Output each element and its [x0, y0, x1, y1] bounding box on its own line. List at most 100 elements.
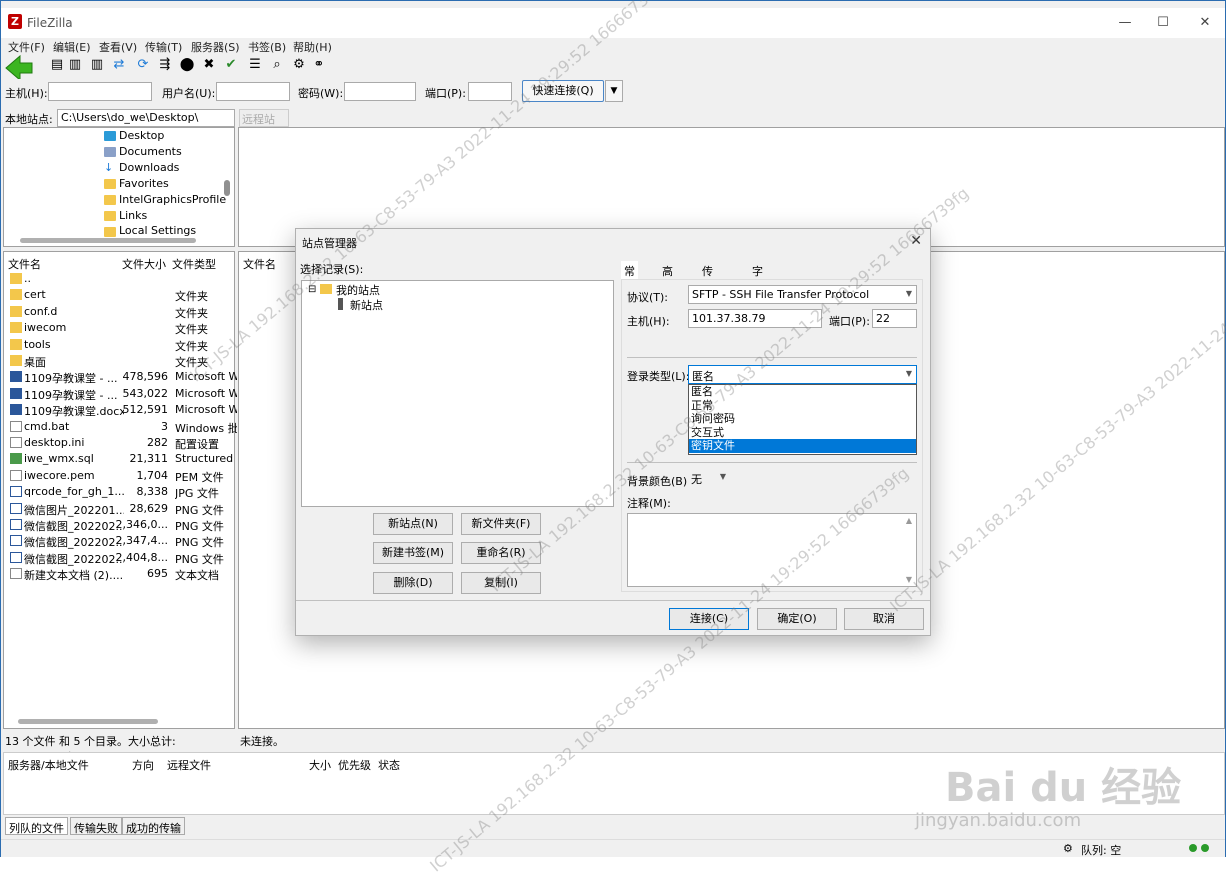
menu-transfer[interactable]: 传输(T): [145, 39, 182, 55]
process-queue-icon[interactable]: ⇶: [157, 57, 173, 73]
queue-col-server[interactable]: 服务器/本地文件: [8, 757, 89, 773]
file-row[interactable]: 微信截图_202202... 2,346,0... PNG 文件: [8, 517, 236, 533]
file-row[interactable]: iwecom 文件夹: [8, 320, 236, 336]
col-filename[interactable]: 文件名: [8, 256, 41, 272]
new-bookmark-button[interactable]: 新建书签(M): [373, 542, 453, 564]
new-folder-button[interactable]: 新文件夹(F): [461, 513, 541, 535]
file-row[interactable]: 1109孕教课堂.docx 512,591 Microsoft W: [8, 402, 237, 418]
tab-advanced[interactable]: 高级: [659, 261, 676, 294]
tab-general[interactable]: 常规: [621, 261, 638, 294]
site-tree[interactable]: ⊟ 我的站点 新站点: [301, 280, 614, 507]
file-row[interactable]: cmd.bat 3 Windows 批: [8, 419, 237, 435]
tree-item-downloads[interactable]: Downloads: [119, 161, 179, 174]
scroll-down-icon[interactable]: ▼: [906, 575, 912, 584]
tab-queued-files[interactable]: 列队的文件: [5, 817, 68, 835]
file-row[interactable]: iwecore.pem 1,704 PEM 文件: [8, 468, 236, 484]
dialog-close-icon[interactable]: ✕: [910, 233, 922, 249]
remote-tree-icon[interactable]: ▥: [89, 57, 105, 73]
connect-button[interactable]: 连接(C): [669, 608, 749, 630]
ok-button[interactable]: 确定(O): [757, 608, 837, 630]
search-icon[interactable]: ⚭: [311, 57, 327, 73]
file-row[interactable]: 微信图片_202201... 28,629 PNG 文件: [8, 501, 236, 517]
col-filetype[interactable]: 文件类型: [172, 256, 216, 272]
file-row[interactable]: conf.d 文件夹: [8, 304, 236, 320]
cancel-icon[interactable]: ⬤: [179, 57, 195, 73]
copy-button[interactable]: 复制(I): [461, 572, 541, 594]
queue-col-remote[interactable]: 远程文件: [167, 757, 211, 773]
logon-type-select[interactable]: 匿名 ▼: [688, 365, 917, 384]
site-manager-icon[interactable]: [4, 54, 34, 82]
file-row[interactable]: 微信截图_202202... 2,404,8... PNG 文件: [8, 550, 236, 566]
col-filesize[interactable]: 文件大小: [122, 256, 166, 272]
tree-item-documents[interactable]: Documents: [119, 145, 182, 158]
file-row[interactable]: cert 文件夹: [8, 287, 236, 303]
maximize-button[interactable]: ☐: [1151, 13, 1175, 33]
close-button[interactable]: ✕: [1193, 13, 1217, 33]
collapse-icon[interactable]: ⊟: [308, 284, 316, 295]
queue-col-priority[interactable]: 优先级: [338, 757, 371, 773]
tab-transfer-settings[interactable]: 传输设置: [699, 261, 716, 326]
logon-option[interactable]: 询问密码: [689, 412, 916, 426]
delete-button[interactable]: 删除(D): [373, 572, 453, 594]
port-input[interactable]: [468, 82, 512, 101]
file-row[interactable]: iwe_wmx.sql 21,311 Structured ..: [8, 451, 237, 467]
menu-view[interactable]: 查看(V): [99, 39, 137, 55]
notes-textarea[interactable]: ▲ ▼: [627, 513, 917, 587]
logon-option[interactable]: 匿名: [689, 385, 916, 399]
cancel-button[interactable]: 取消: [844, 608, 924, 630]
disconnect-icon[interactable]: ✖: [201, 57, 217, 73]
tree-item-favorites[interactable]: Favorites: [119, 177, 169, 190]
tree-vscroll[interactable]: [224, 180, 230, 196]
local-file-list[interactable]: 文件名 文件大小 文件类型 .. cert 文件夹 conf.d 文件夹 iwecom 文件…: [3, 251, 237, 729]
file-row[interactable]: 1109孕教课堂 - ... 478,596 Microsoft W: [8, 369, 237, 385]
host-input[interactable]: [48, 82, 152, 101]
tree-item-links[interactable]: Links: [119, 209, 147, 222]
quickconnect-dropdown-icon[interactable]: ▼: [605, 80, 623, 102]
queue-col-size[interactable]: 大小: [309, 757, 331, 773]
filter-icon[interactable]: ☰: [247, 57, 263, 73]
message-log-icon[interactable]: ▤: [49, 57, 65, 73]
menu-file[interactable]: 文件(F): [8, 39, 45, 55]
site-tree-new-site[interactable]: 新站点: [350, 297, 383, 313]
user-input[interactable]: [216, 82, 290, 101]
tree-item-intelgraphicsprofile[interactable]: IntelGraphicsProfile: [119, 193, 226, 206]
logon-type-dropdown[interactable]: 匿名 正常 询问密码 交互式 密钥文件: [688, 384, 917, 455]
menu-bookmarks[interactable]: 书签(B): [248, 39, 286, 55]
refresh-icon[interactable]: ⟳: [135, 57, 151, 73]
protocol-select[interactable]: SFTP - SSH File Transfer Protocol ▼: [688, 285, 917, 304]
tab-charset[interactable]: 字符集: [749, 261, 766, 310]
tab-failed-transfers[interactable]: 传输失败: [70, 817, 122, 835]
remote-site-label[interactable]: 远程站点:: [239, 109, 289, 142]
password-input[interactable]: [344, 82, 416, 101]
local-path-combobox[interactable]: C:\Users\do_we\Desktop\: [57, 109, 235, 127]
menu-server[interactable]: 服务器(S): [191, 39, 240, 55]
compare-icon[interactable]: ⌕: [269, 57, 285, 73]
rename-button[interactable]: 重命名(R): [461, 542, 541, 564]
file-row[interactable]: 微信截图_202202... 2,347,4... PNG 文件: [8, 533, 236, 549]
file-row[interactable]: tools 文件夹: [8, 337, 236, 353]
tree-item-local-settings[interactable]: Local Settings: [119, 224, 196, 237]
new-site-button[interactable]: 新站点(N): [373, 513, 453, 535]
logon-option[interactable]: 正常: [689, 399, 916, 413]
local-tree-icon[interactable]: ▥: [67, 57, 83, 73]
tree-item-desktop[interactable]: Desktop: [119, 129, 164, 142]
scroll-up-icon[interactable]: ▲: [906, 516, 912, 525]
logon-option[interactable]: 交互式: [689, 426, 916, 440]
sync-browse-icon[interactable]: ⚙: [291, 57, 307, 73]
file-row[interactable]: desktop.ini 282 配置设置: [8, 435, 236, 451]
tree-hscroll[interactable]: [20, 238, 196, 243]
file-row[interactable]: 新建文本文档 (2).... 695 文本文档: [8, 566, 236, 582]
menu-help[interactable]: 帮助(H): [293, 39, 332, 55]
host-field[interactable]: 101.37.38.79: [688, 309, 822, 328]
remote-col-filename[interactable]: 文件名: [243, 256, 276, 272]
queue-col-direction[interactable]: 方向: [132, 757, 154, 773]
file-row[interactable]: qrcode_for_gh_1... 8,338 JPG 文件: [8, 484, 236, 500]
transfer-queue-icon[interactable]: ⇄: [111, 57, 127, 73]
file-row[interactable]: 桌面 文件夹: [8, 353, 236, 369]
logon-option[interactable]: 密钥文件: [689, 439, 916, 453]
local-dir-tree[interactable]: Desktop Documents ↓ Downloads Favorites …: [3, 127, 235, 247]
file-row[interactable]: ..: [8, 271, 236, 287]
minimize-button[interactable]: —: [1113, 13, 1137, 33]
reconnect-icon[interactable]: ✔: [223, 57, 239, 73]
quickconnect-button[interactable]: 快速连接(Q): [522, 80, 604, 102]
